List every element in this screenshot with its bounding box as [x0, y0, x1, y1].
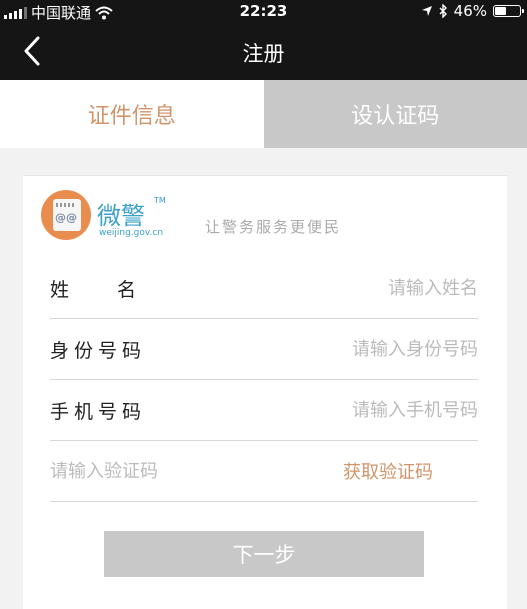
register-form-card: @@ 微警 TM weijing.gov.cn 让警务服务更便民 姓名 身份号码… — [23, 175, 507, 609]
page-title: 注册 — [242, 42, 285, 66]
battery-icon — [493, 5, 524, 17]
bluetooth-icon — [439, 4, 447, 18]
get-code-button[interactable]: 获取验证码 — [343, 458, 433, 484]
id-number-input[interactable] — [278, 338, 478, 360]
location-arrow-icon — [421, 6, 432, 16]
id-number-row: 身份号码 — [50, 319, 478, 380]
brand-url: weijing.gov.cn — [99, 228, 164, 238]
status-bar: 中国联通 22:23 46% — [0, 0, 527, 22]
brand-header: @@ 微警 TM weijing.gov.cn 让警务服务更便民 — [41, 188, 481, 248]
status-right: 46% — [421, 2, 524, 20]
phone-label: 手机号码 — [50, 400, 147, 423]
name-row: 姓名 — [50, 258, 478, 319]
id-number-label: 身份号码 — [50, 339, 147, 362]
tab-id-info[interactable]: 证件信息 — [0, 80, 264, 148]
name-input[interactable] — [278, 277, 478, 299]
phone-input[interactable] — [278, 399, 478, 421]
nav-bar: 注册 — [0, 22, 527, 80]
brand-tm: TM — [154, 196, 166, 205]
brand-slogan: 让警务服务更便民 — [205, 218, 342, 236]
next-button[interactable]: 下一步 — [104, 531, 424, 577]
brand-name: 微警 — [97, 202, 145, 230]
name-label: 姓名 — [50, 278, 185, 301]
weijing-logo-icon: @@ — [41, 190, 91, 240]
verification-code-input[interactable] — [50, 460, 230, 482]
code-row: 获取验证码 — [50, 441, 478, 502]
battery-fill — [495, 7, 506, 15]
phone-row: 手机号码 — [50, 380, 478, 441]
tab-bar: 证件信息 设认证码 — [0, 80, 527, 148]
tab-auth-code[interactable]: 设认证码 — [263, 80, 527, 148]
battery-percent: 46% — [453, 2, 487, 20]
